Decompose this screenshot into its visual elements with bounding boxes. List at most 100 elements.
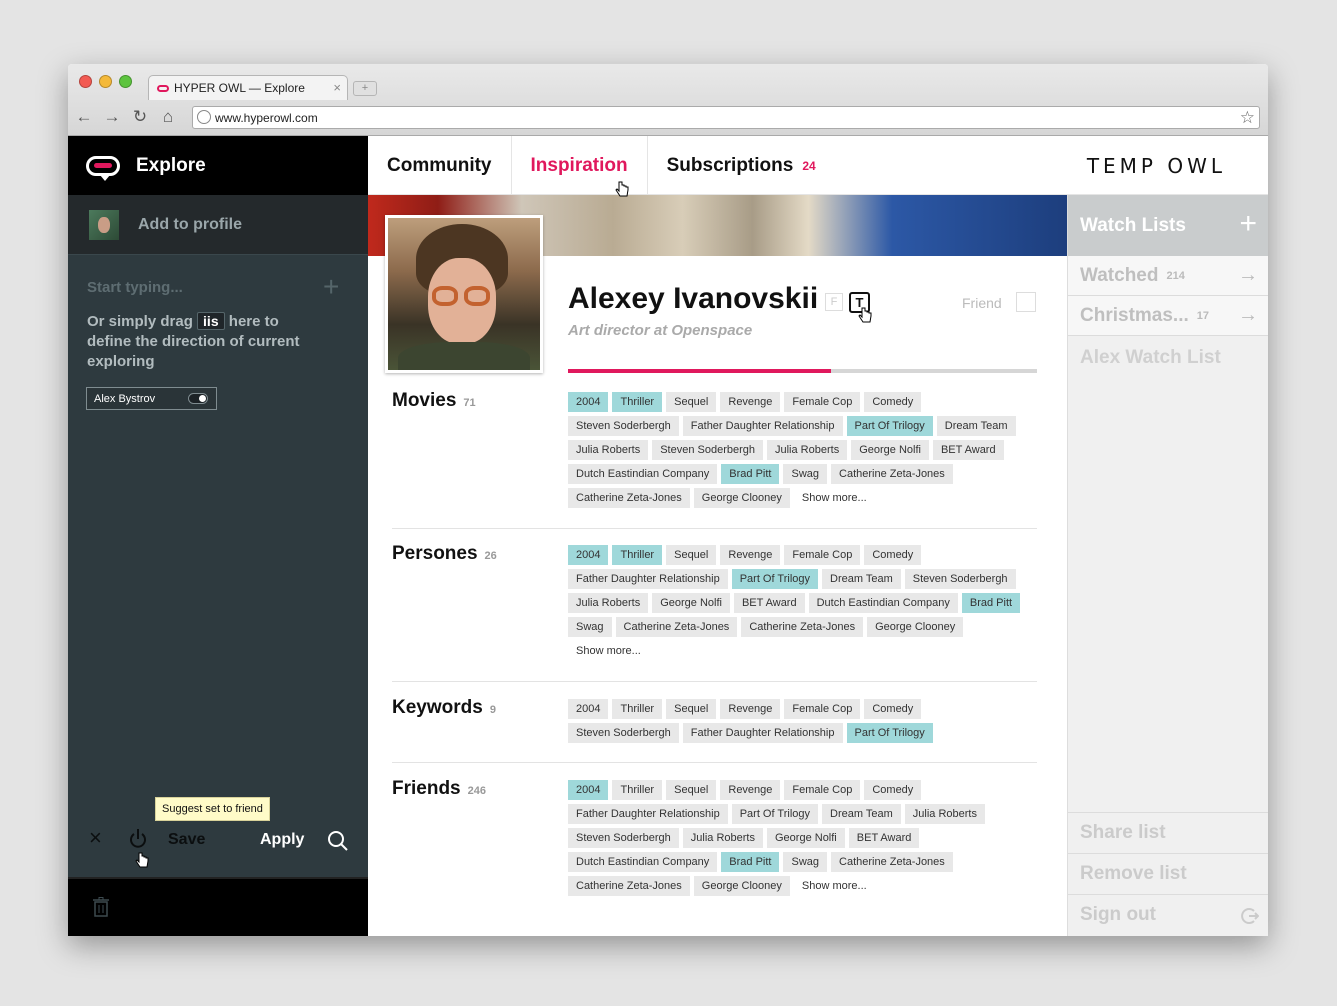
tag-chip[interactable]: Sequel	[666, 392, 717, 412]
tag-chip[interactable]: Father Daughter Relationship	[568, 804, 728, 824]
badge-f-icon[interactable]: F	[825, 293, 843, 311]
section-title[interactable]: Keywords 9	[392, 697, 496, 719]
new-tab-button[interactable]: +	[353, 81, 377, 96]
remove-list-button[interactable]: Remove list	[1068, 853, 1268, 894]
tag-chip[interactable]: George Nolfi	[652, 593, 730, 613]
tag-chip[interactable]: Thriller	[612, 780, 663, 800]
hyper-owl-logo-icon[interactable]	[86, 155, 120, 181]
tag-chip[interactable]: Julia Roberts	[682, 828, 763, 848]
tag-chip[interactable]: Part Of Trilogy	[846, 416, 933, 436]
tag-chip[interactable]: Revenge	[720, 699, 781, 719]
tag-chip[interactable]: Female Cop	[784, 699, 861, 719]
tag-chip[interactable]: Female Cop	[784, 780, 861, 800]
nav-community[interactable]: Community	[368, 136, 512, 195]
home-icon[interactable]: ⌂	[158, 107, 178, 127]
tag-chip[interactable]: Revenge	[720, 545, 781, 565]
tag-chip[interactable]: Steven Soderbergh	[568, 723, 679, 743]
tag-chip[interactable]: Swag	[568, 617, 612, 637]
tab-close-icon[interactable]: ×	[333, 80, 341, 95]
tag-chip[interactable]: 2004	[568, 780, 609, 800]
show-more-link[interactable]: Show more...	[794, 488, 875, 508]
watchlist-item-christmas[interactable]: Christmas... 17 →	[1068, 296, 1268, 336]
tag-chip[interactable]: Thriller	[612, 392, 663, 412]
browser-tab[interactable]: HYPER OWL — Explore ×	[148, 75, 348, 100]
tag-chip[interactable]: BET Award	[848, 828, 920, 848]
tag-chip[interactable]: Steven Soderbergh	[568, 416, 679, 436]
tag-chip[interactable]: Swag	[783, 852, 828, 872]
tag-chip[interactable]: Catherine Zeta-Jones	[568, 488, 690, 508]
tag-chip[interactable]: Catherine Zeta-Jones	[831, 852, 953, 872]
arrow-right-icon[interactable]: →	[1238, 304, 1258, 327]
tag-chip[interactable]: 2004	[568, 699, 609, 719]
tag-chip[interactable]: BET Award	[932, 440, 1004, 460]
tag-chip[interactable]: Julia Roberts	[568, 593, 649, 613]
tag-chip[interactable]: Steven Soderbergh	[904, 569, 1016, 589]
explore-search-input[interactable]: Start typing...	[87, 279, 183, 296]
tag-chip[interactable]: Brad Pitt	[721, 852, 780, 872]
share-list-button[interactable]: Share list	[1068, 812, 1268, 853]
tag-chip[interactable]: George Clooney	[693, 488, 790, 508]
tag-chip[interactable]: Catherine Zeta-Jones	[615, 617, 738, 637]
tag-chip[interactable]: George Nolfi	[767, 828, 845, 848]
brand-logo[interactable]: TEMP OWL	[1087, 154, 1226, 178]
tag-chip[interactable]: Female Cop	[784, 392, 861, 412]
tag-chip[interactable]: Revenge	[720, 780, 781, 800]
tag-chip[interactable]: Dream Team	[822, 804, 901, 824]
tag-chip[interactable]: Dutch Eastindian Company	[808, 593, 958, 613]
tag-chip[interactable]: Sequel	[666, 699, 717, 719]
tag-chip[interactable]: Sequel	[666, 545, 717, 565]
tag-chip[interactable]: 2004	[568, 545, 609, 565]
tag-chip[interactable]: Dutch Eastindian Company	[568, 852, 718, 872]
tag-chip[interactable]: Thriller	[612, 545, 663, 565]
back-icon[interactable]: ←	[74, 107, 94, 127]
tag-chip[interactable]: Thriller	[612, 699, 663, 719]
tag-chip[interactable]: Julia Roberts	[568, 440, 649, 460]
tag-chip[interactable]: Swag	[783, 464, 828, 484]
tag-chip[interactable]: Dream Team	[936, 416, 1016, 436]
apply-button[interactable]: Apply	[260, 831, 304, 849]
tag-chip[interactable]: Part Of Trilogy	[846, 723, 933, 743]
tag-chip[interactable]: Comedy	[864, 699, 922, 719]
tag-chip[interactable]: BET Award	[733, 593, 805, 613]
minimize-window-button[interactable]	[99, 75, 112, 88]
tag-chip[interactable]: Comedy	[864, 392, 922, 412]
tag-chip[interactable]: Julia Roberts	[767, 440, 848, 460]
close-icon[interactable]: ×	[89, 827, 102, 849]
share-power-icon[interactable]	[128, 827, 148, 849]
tag-chip[interactable]: Father Daughter Relationship	[682, 723, 843, 743]
nav-subscriptions[interactable]: Subscriptions 24	[648, 136, 835, 195]
sign-out-button[interactable]: Sign out	[1068, 894, 1268, 935]
section-title[interactable]: Persones 26	[392, 543, 497, 565]
arrow-right-icon[interactable]: →	[1238, 264, 1258, 287]
tag-chip[interactable]: 2004	[568, 392, 609, 412]
tag-chip[interactable]: Father Daughter Relationship	[682, 416, 843, 436]
tag-chip[interactable]: Father Daughter Relationship	[568, 569, 728, 589]
forward-icon[interactable]: →	[102, 107, 122, 127]
watchlist-item-watched[interactable]: Watched 214 →	[1068, 256, 1268, 296]
tag-chip[interactable]: Comedy	[864, 780, 922, 800]
tag-chip[interactable]: George Nolfi	[851, 440, 929, 460]
tag-chip[interactable]: Revenge	[720, 392, 781, 412]
address-bar[interactable]: www.hyperowl.com ☆	[192, 106, 1260, 129]
tag-chip[interactable]: George Clooney	[867, 617, 964, 637]
tag-chip[interactable]: Catherine Zeta-Jones	[741, 617, 864, 637]
toggle-switch[interactable]	[188, 393, 208, 404]
save-button[interactable]: Save	[168, 831, 205, 849]
search-icon[interactable]	[327, 830, 349, 852]
reload-icon[interactable]: ↻	[130, 107, 150, 127]
zoom-window-button[interactable]	[119, 75, 132, 88]
add-to-profile-row[interactable]: Add to profile	[68, 195, 368, 255]
tag-chip[interactable]: Brad Pitt	[721, 464, 780, 484]
tag-chip[interactable]: George Clooney	[693, 876, 790, 896]
friend-checkbox[interactable]	[1016, 292, 1036, 312]
tag-chip[interactable]: Dutch Eastindian Company	[568, 464, 718, 484]
tag-chip[interactable]: Steven Soderbergh	[568, 828, 679, 848]
user-filter-toggle[interactable]: Alex Bystrov	[86, 387, 217, 410]
add-filter-plus-icon[interactable]: +	[323, 273, 339, 301]
tag-chip[interactable]: Comedy	[864, 545, 922, 565]
tag-chip[interactable]: Catherine Zeta-Jones	[831, 464, 953, 484]
watchlist-item-alex[interactable]: Alex Watch List	[1068, 336, 1268, 380]
tag-chip[interactable]: Julia Roberts	[904, 804, 985, 824]
tag-chip[interactable]: Part Of Trilogy	[731, 569, 818, 589]
trash-icon[interactable]	[93, 897, 109, 917]
